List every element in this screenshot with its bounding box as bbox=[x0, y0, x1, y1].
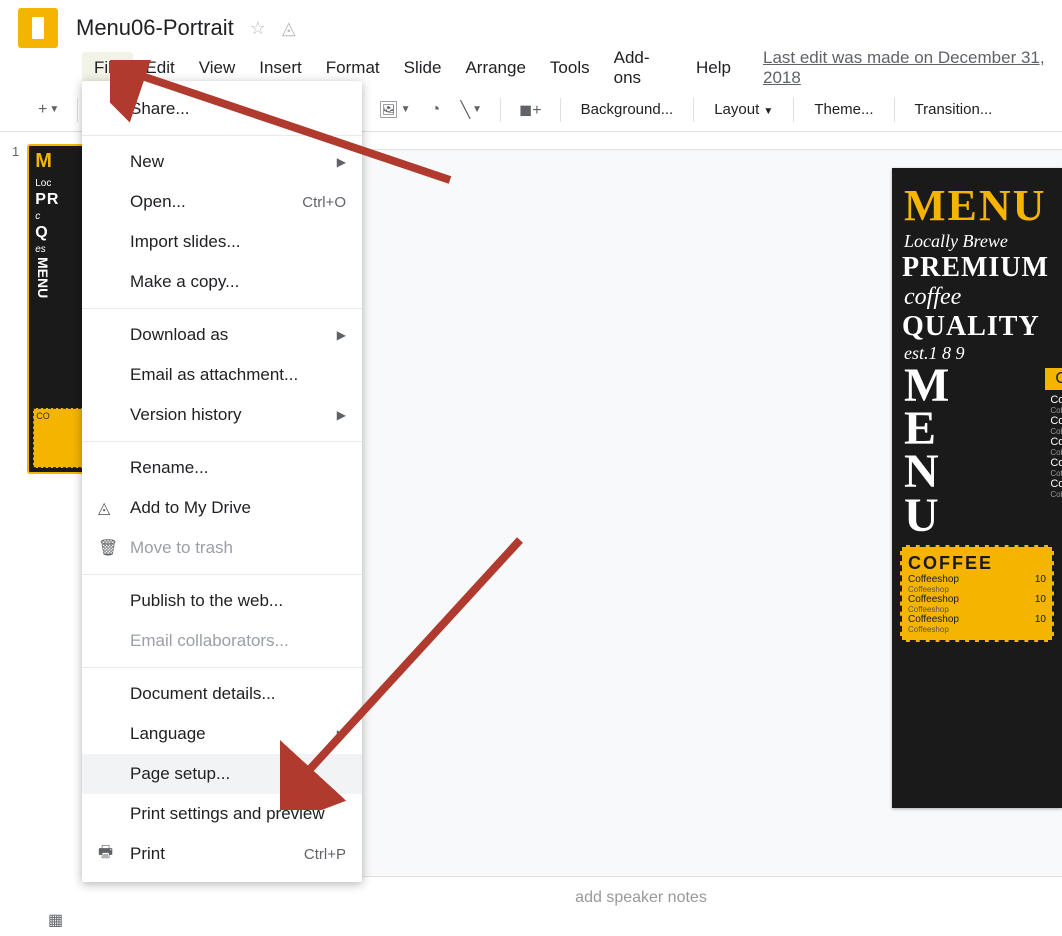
comment-button[interactable]: ◼+ bbox=[511, 95, 550, 125]
file-dropdown: Share... New▶ Open...Ctrl+O Import slide… bbox=[82, 81, 362, 882]
thumbnail-number: 1 bbox=[12, 144, 19, 474]
shape-button[interactable]: ◔ bbox=[420, 95, 450, 125]
menu-open[interactable]: Open...Ctrl+O bbox=[82, 182, 362, 222]
last-edit-link[interactable]: Last edit was made on December 31, 2018 bbox=[763, 48, 1062, 88]
menu-arrange[interactable]: Arrange bbox=[453, 52, 537, 84]
menu-language[interactable]: Language▶ bbox=[82, 714, 362, 754]
slide-text: coffee bbox=[892, 284, 1062, 311]
slide-text: Locally Brewe bbox=[892, 231, 1062, 252]
slide-text: PREMIUM bbox=[892, 252, 1062, 284]
new-slide-button[interactable]: + ▼ bbox=[30, 95, 67, 125]
menu-format[interactable]: Format bbox=[314, 52, 392, 84]
menu-version-history[interactable]: Version history▶ bbox=[82, 395, 362, 435]
menu-new[interactable]: New▶ bbox=[82, 142, 362, 182]
transition-button[interactable]: Transition... bbox=[905, 97, 1003, 122]
trash-icon: 🗑 bbox=[98, 538, 118, 558]
menu-edit[interactable]: Edit bbox=[133, 52, 186, 84]
menu-print-settings[interactable]: Print settings and preview bbox=[82, 794, 362, 834]
menu-help[interactable]: Help bbox=[684, 52, 743, 84]
grid-view-icon[interactable]: ▦ bbox=[48, 910, 72, 928]
menu-insert[interactable]: Insert bbox=[247, 52, 314, 84]
menu-move-trash[interactable]: 🗑Move to trash bbox=[82, 528, 362, 568]
star-icon[interactable]: ☆ bbox=[250, 18, 266, 39]
menu-email-attachment[interactable]: Email as attachment... bbox=[82, 355, 362, 395]
image-button[interactable]: 🖼 ▼ bbox=[370, 95, 418, 125]
menu-import[interactable]: Import slides... bbox=[82, 222, 362, 262]
print-icon: 🖶 bbox=[98, 841, 113, 868]
menu-email-collab[interactable]: Email collaborators... bbox=[82, 621, 362, 661]
menu-page-setup[interactable]: Page setup... bbox=[82, 754, 362, 794]
speaker-notes[interactable]: add speaker notes bbox=[220, 876, 1062, 936]
menu-addons[interactable]: Add-ons bbox=[602, 42, 684, 94]
layout-button[interactable]: Layout ▼ bbox=[704, 97, 783, 122]
menu-publish[interactable]: Publish to the web... bbox=[82, 581, 362, 621]
menu-rename[interactable]: Rename... bbox=[82, 448, 362, 488]
menu-share[interactable]: Share... bbox=[82, 89, 362, 129]
slide-title: MENU bbox=[892, 168, 1062, 231]
menu-make-copy[interactable]: Make a copy... bbox=[82, 262, 362, 302]
menu-add-drive[interactable]: ◬Add to My Drive bbox=[82, 488, 362, 528]
menu-doc-details[interactable]: Document details... bbox=[82, 674, 362, 714]
menu-slide[interactable]: Slide bbox=[392, 52, 454, 84]
slides-logo[interactable] bbox=[18, 8, 58, 48]
theme-button[interactable]: Theme... bbox=[804, 97, 883, 122]
menu-download[interactable]: Download as▶ bbox=[82, 315, 362, 355]
menu-view[interactable]: View bbox=[187, 52, 248, 84]
menu-file[interactable]: File bbox=[82, 52, 133, 84]
menu-tools[interactable]: Tools bbox=[538, 52, 602, 84]
drive-icon: ◬ bbox=[98, 498, 110, 518]
document-title[interactable]: Menu06-Portrait bbox=[76, 15, 234, 41]
drive-status-icon[interactable]: ◬ bbox=[282, 18, 296, 39]
slide-canvas[interactable]: MENU Locally Brewe PREMIUM coffee QUALIT… bbox=[892, 168, 1062, 808]
line-button[interactable]: ╲ ▼ bbox=[452, 95, 490, 125]
slide-text: QUALITY bbox=[892, 311, 1062, 343]
menu-print[interactable]: 🖶PrintCtrl+P bbox=[82, 834, 362, 874]
background-button[interactable]: Background... bbox=[571, 97, 684, 122]
